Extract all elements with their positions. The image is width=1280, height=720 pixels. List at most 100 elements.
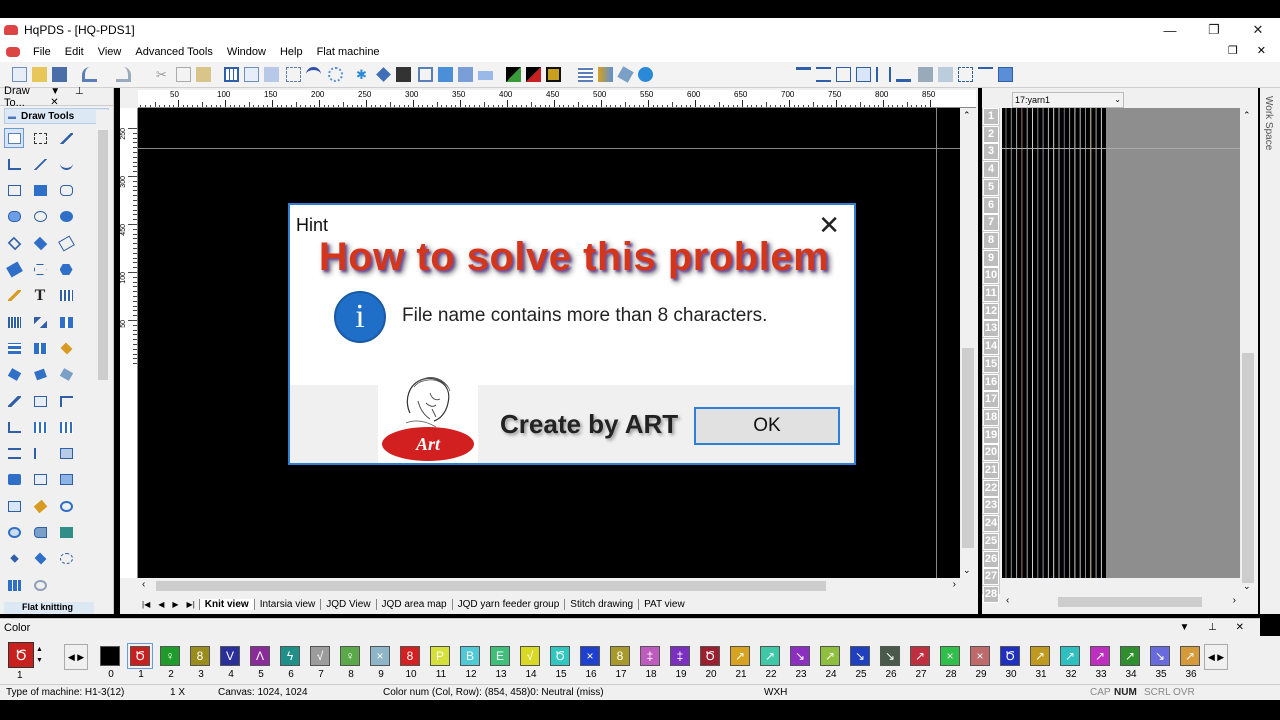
tool-button[interactable]	[4, 338, 24, 358]
color-swatch[interactable]: ♀	[160, 646, 180, 666]
color-swatch[interactable]: ↘	[850, 646, 870, 666]
chevron-up-icon[interactable]: ⌃	[1243, 110, 1251, 121]
color-swatch[interactable]: ↘	[880, 646, 900, 666]
tab-intarsia-view[interactable]: Intarsia view	[253, 598, 321, 610]
color-swap-icon[interactable]	[506, 67, 521, 82]
color-swatch[interactable]: ↗	[730, 646, 750, 666]
tool-button[interactable]	[4, 417, 24, 437]
canvas-vertical-scrollbar[interactable]: ⌃ ⌄	[960, 108, 976, 578]
chevron-down-icon[interactable]: ⌄	[1114, 93, 1121, 107]
current-color-spinner[interactable]: ▲ ▼	[36, 644, 43, 666]
panel-controls[interactable]: ▼ ⊥ ✕	[50, 86, 109, 108]
tool-button[interactable]	[30, 575, 50, 595]
row-number[interactable]: 15	[983, 355, 999, 373]
select-icon[interactable]	[286, 67, 301, 82]
tool-button[interactable]	[4, 181, 24, 201]
image-icon[interactable]	[458, 67, 473, 82]
color-swatch[interactable]: Ծ	[127, 643, 153, 669]
tab-knit-view[interactable]: Knit view	[198, 598, 254, 610]
row-number[interactable]: 11	[983, 285, 999, 302]
tool-button[interactable]	[56, 496, 76, 516]
tool-button[interactable]	[56, 260, 76, 280]
color-swatch[interactable]: P	[430, 646, 450, 666]
color-swatch[interactable]: Ծ	[1000, 646, 1020, 666]
menu-advanced-tools[interactable]: Advanced Tools	[128, 46, 219, 58]
scroll-thumb[interactable]	[98, 130, 108, 380]
tool-button[interactable]	[30, 470, 50, 490]
crop-icon[interactable]	[938, 67, 953, 82]
tool-button[interactable]	[56, 417, 76, 437]
tool-button[interactable]	[30, 417, 50, 437]
menu-edit[interactable]: Edit	[58, 46, 91, 58]
workspace-tab[interactable]: Work Space	[1260, 88, 1280, 614]
color-swatch[interactable]: ‡	[670, 646, 690, 666]
tool-button[interactable]	[30, 128, 50, 148]
tool-button[interactable]	[30, 496, 50, 516]
new-file-icon[interactable]	[12, 67, 27, 82]
tab-nav-last[interactable]: ▶|	[183, 600, 199, 609]
document-icon[interactable]	[6, 47, 20, 57]
row-number[interactable]: 9	[983, 249, 999, 267]
mirror-icon[interactable]	[876, 67, 891, 82]
row-number[interactable]: 18	[983, 408, 999, 426]
cut-icon[interactable]: ✂	[156, 67, 171, 82]
tab-stitch-drawing[interactable]: Stitch drawing	[564, 598, 638, 610]
flat-knitting-section[interactable]: Flat knitting	[4, 602, 94, 614]
curve-icon[interactable]	[306, 67, 321, 82]
eraser-icon[interactable]	[617, 66, 634, 83]
color-swatch[interactable]: ↗	[1120, 646, 1140, 666]
color-replace-icon[interactable]	[546, 67, 561, 82]
palette-pager-right[interactable]: ◀ ▶	[1204, 644, 1228, 670]
tool-button[interactable]	[30, 207, 50, 227]
row-number[interactable]: 27	[983, 568, 999, 586]
panel-scrollbar[interactable]	[96, 110, 110, 610]
pen-icon[interactable]	[376, 67, 391, 82]
tool-button[interactable]	[56, 523, 76, 543]
tool-button[interactable]	[30, 549, 50, 569]
color-swatch[interactable]	[100, 646, 120, 666]
yarn-vertical-scrollbar[interactable]: ⌃ ⌄	[1240, 108, 1256, 594]
tab-pat-view[interactable]: PAT view	[638, 598, 690, 610]
export-icon[interactable]	[418, 67, 433, 82]
yarn-canvas[interactable]	[1002, 108, 1240, 578]
restore-button[interactable]: ❐	[1192, 18, 1236, 42]
chevron-left-icon[interactable]: ‹	[142, 579, 145, 590]
copy-icon[interactable]	[176, 67, 191, 82]
scroll-thumb[interactable]	[156, 581, 826, 591]
color-swatch[interactable]: ↘	[1150, 646, 1170, 666]
chevron-left-icon[interactable]: ‹	[1006, 595, 1009, 606]
repeat-icon[interactable]	[958, 67, 973, 82]
menu-flat-machine[interactable]: Flat machine	[310, 46, 387, 58]
row-number[interactable]: 13	[983, 320, 999, 338]
tool-button[interactable]	[56, 312, 76, 332]
color-swatch[interactable]: √	[520, 646, 540, 666]
scroll-thumb[interactable]	[1242, 353, 1254, 583]
globe-icon[interactable]	[638, 67, 653, 82]
sparkle-icon[interactable]: ✱	[356, 67, 371, 82]
tool-button[interactable]	[30, 523, 50, 543]
palette-pager-left[interactable]: ◀ ▶	[64, 644, 88, 670]
tool-button[interactable]	[56, 338, 76, 358]
row-number[interactable]: 25	[983, 532, 999, 550]
row-number[interactable]: 23	[983, 497, 999, 515]
tool-button[interactable]: T	[30, 286, 50, 306]
tool-button[interactable]	[4, 154, 24, 174]
lock-icon[interactable]	[918, 67, 933, 82]
row-number[interactable]: 21	[983, 462, 999, 479]
tool-button[interactable]	[30, 181, 50, 201]
color-swatch[interactable]: ϟ	[280, 646, 300, 666]
row-number[interactable]: 2	[983, 125, 999, 143]
tool-button[interactable]	[4, 233, 24, 253]
monitor-icon[interactable]	[998, 67, 1013, 82]
color-swatch[interactable]: ×	[970, 646, 990, 666]
tool-button[interactable]	[4, 128, 24, 148]
chevron-right-icon[interactable]: ›	[953, 579, 956, 590]
row-number[interactable]: 12	[983, 302, 999, 320]
color-swatch[interactable]: ♀	[340, 646, 360, 666]
chevron-down-icon[interactable]: ⌄	[1243, 581, 1251, 592]
minimize-button[interactable]: —	[1148, 18, 1192, 42]
draw-tools-section[interactable]: Draw Tools ⌃	[4, 108, 109, 124]
tool-button[interactable]	[56, 391, 76, 411]
row-number[interactable]: 19	[983, 426, 999, 444]
tab-jqd-yarn-feeder-group[interactable]: JQD yarn feeder group	[451, 598, 565, 610]
